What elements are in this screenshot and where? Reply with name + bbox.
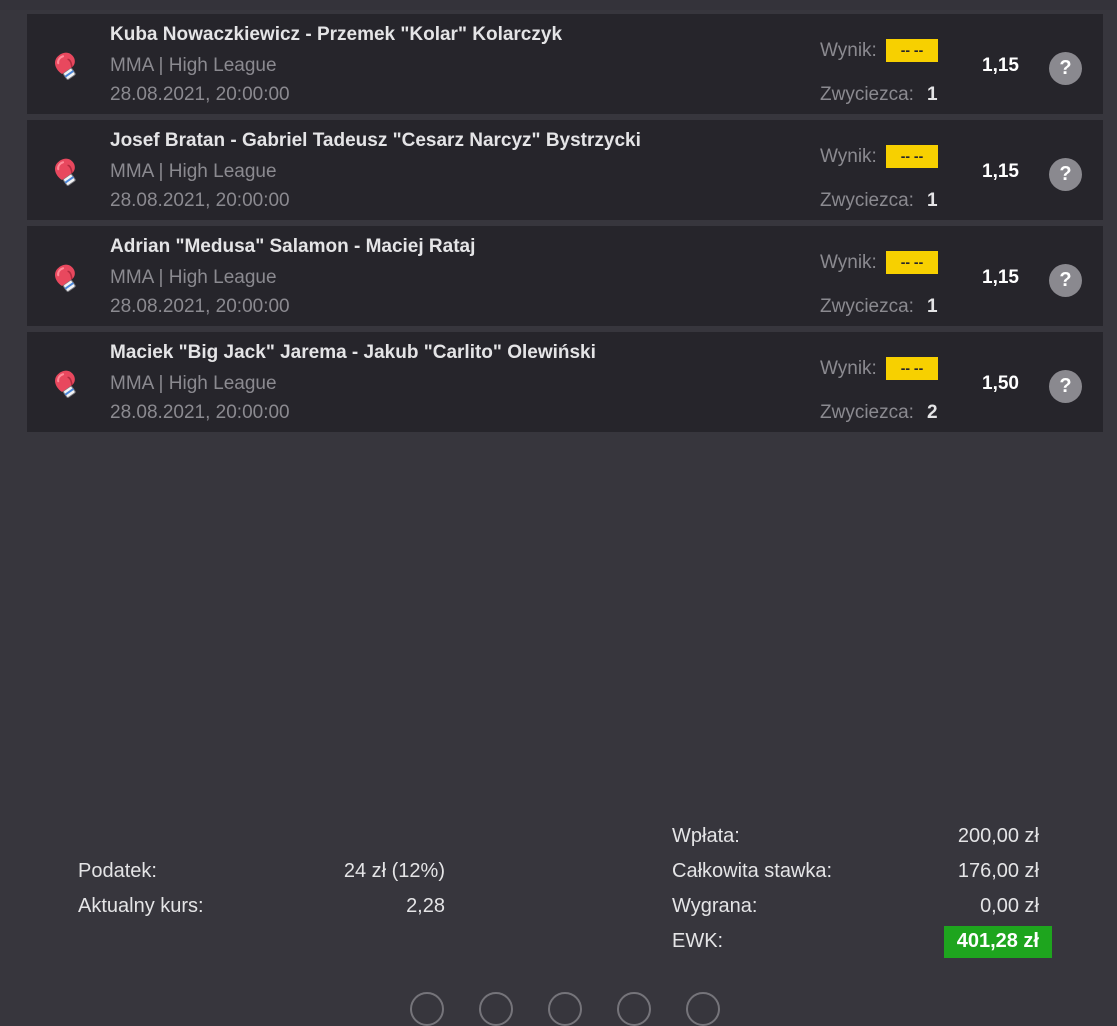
event-row: Kuba Nowaczkiewicz - Przemek "Kolar" Kol…: [27, 14, 1103, 114]
winner-value: 1: [927, 84, 938, 105]
top-strip: [0, 0, 1117, 10]
help-button[interactable]: ?: [1049, 52, 1082, 85]
win-row: Wygrana: 0,00 zł: [672, 895, 1052, 930]
deposit-row: Wpłata: 200,00 zł: [672, 825, 1052, 860]
event-odds: 1,15: [982, 55, 1019, 76]
summary-right: Wpłata: 200,00 zł Całkowita stawka: 176,…: [672, 825, 1052, 965]
tax-row: Podatek: 24 zł (12%): [78, 860, 445, 895]
result-badge: -- --: [886, 357, 938, 380]
event-date: 28.08.2021, 20:00:00: [110, 296, 290, 317]
bottom-circle-button[interactable]: [479, 992, 513, 1026]
event-title: Josef Bratan - Gabriel Tadeusz "Cesarz N…: [110, 130, 641, 151]
event-title: Maciek "Big Jack" Jarema - Jakub "Carlit…: [110, 342, 596, 363]
event-odds: 1,15: [982, 267, 1019, 288]
current-odds-label: Aktualny kurs:: [78, 895, 204, 917]
win-value: 0,00 zł: [980, 895, 1039, 917]
win-label: Wygrana:: [672, 895, 758, 917]
help-button[interactable]: ?: [1049, 370, 1082, 403]
winner-value: 1: [927, 190, 938, 211]
event-date: 28.08.2021, 20:00:00: [110, 84, 290, 105]
result-label: Wynik:: [820, 252, 877, 273]
ewk-value-badge: 401,28 zł: [943, 926, 1052, 958]
boxing-glove-icon: [51, 154, 85, 188]
bottom-circle-button[interactable]: [686, 992, 720, 1026]
winner-label: Zwyciezca:: [820, 402, 914, 423]
event-league: MMA | High League: [110, 161, 277, 182]
bet-events-list: Kuba Nowaczkiewicz - Przemek "Kolar" Kol…: [27, 14, 1103, 438]
result-label: Wynik:: [820, 146, 877, 167]
deposit-label: Wpłata:: [672, 825, 740, 847]
event-date: 28.08.2021, 20:00:00: [110, 190, 290, 211]
deposit-value: 200,00 zł: [957, 825, 1039, 847]
total-stake-row: Całkowita stawka: 176,00 zł: [672, 860, 1052, 895]
current-odds-row: Aktualny kurs: 2,28: [78, 895, 445, 930]
total-stake-value: 176,00 zł: [957, 860, 1039, 882]
event-row: Adrian "Medusa" Salamon - Maciej Rataj M…: [27, 226, 1103, 326]
result-badge: -- --: [886, 251, 938, 274]
help-button[interactable]: ?: [1049, 158, 1082, 191]
event-date: 28.08.2021, 20:00:00: [110, 402, 290, 423]
event-league: MMA | High League: [110, 267, 277, 288]
winner-label: Zwyciezca:: [820, 296, 914, 317]
event-odds: 1,50: [982, 373, 1019, 394]
winner-value: 1: [927, 296, 938, 317]
total-stake-label: Całkowita stawka:: [672, 860, 833, 882]
event-row: Maciek "Big Jack" Jarema - Jakub "Carlit…: [27, 332, 1103, 432]
event-odds: 1,15: [982, 161, 1019, 182]
bottom-circle-button[interactable]: [617, 992, 651, 1026]
boxing-glove-icon: [51, 260, 85, 294]
winner-value: 2: [927, 402, 938, 423]
result-badge: -- --: [886, 145, 938, 168]
bottom-circle-button[interactable]: [548, 992, 582, 1026]
winner-label: Zwyciezca:: [820, 84, 914, 105]
event-title: Kuba Nowaczkiewicz - Przemek "Kolar" Kol…: [110, 24, 563, 45]
summary-left: Podatek: 24 zł (12%) Aktualny kurs: 2,28: [78, 860, 445, 930]
current-odds-value: 2,28: [406, 895, 445, 917]
tax-value: 24 zł (12%): [343, 860, 445, 882]
ewk-label: EWK:: [672, 930, 724, 952]
event-league: MMA | High League: [110, 373, 277, 394]
event-title: Adrian "Medusa" Salamon - Maciej Rataj: [110, 236, 476, 257]
event-row: Josef Bratan - Gabriel Tadeusz "Cesarz N…: [27, 120, 1103, 220]
help-button[interactable]: ?: [1049, 264, 1082, 297]
result-label: Wynik:: [820, 358, 877, 379]
result-badge: -- --: [886, 39, 938, 62]
winner-label: Zwyciezca:: [820, 190, 914, 211]
boxing-glove-icon: [51, 366, 85, 400]
event-league: MMA | High League: [110, 55, 277, 76]
bottom-action-buttons: [0, 990, 1117, 1026]
boxing-glove-icon: [51, 48, 85, 82]
ewk-row: EWK: 401,28 zł: [672, 926, 1052, 965]
result-label: Wynik:: [820, 40, 877, 61]
tax-label: Podatek:: [78, 860, 157, 882]
bottom-circle-button[interactable]: [410, 992, 444, 1026]
